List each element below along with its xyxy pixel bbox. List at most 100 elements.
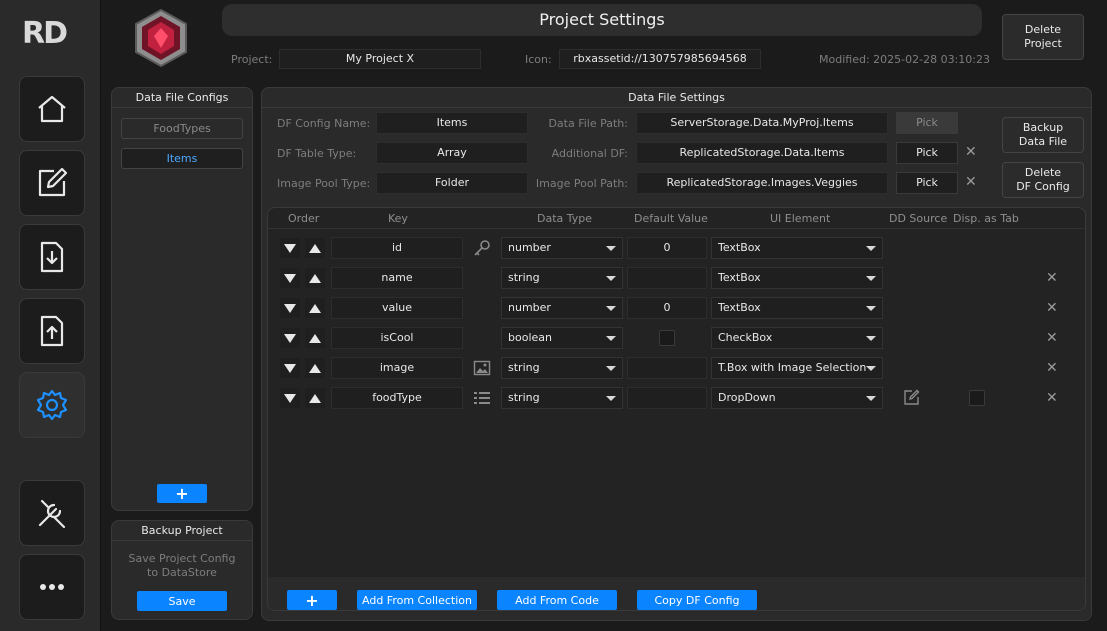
move-down-button[interactable] [280, 268, 300, 288]
upload-icon [40, 315, 64, 347]
key-field[interactable]: image [331, 357, 463, 379]
nav-tools-button[interactable] [19, 480, 85, 546]
nav-export-button[interactable] [19, 298, 85, 364]
move-up-button[interactable] [305, 328, 325, 348]
add-from-collection-button[interactable]: Add From Collection [357, 590, 477, 610]
default-value-field[interactable] [627, 387, 707, 409]
delete-row-icon[interactable]: ✕ [1046, 390, 1058, 406]
delete-row-icon[interactable]: ✕ [1046, 270, 1058, 286]
key-field[interactable]: id [331, 237, 463, 259]
chevron-down-icon [606, 366, 616, 371]
nav-import-button[interactable] [19, 224, 85, 290]
add-config-button[interactable]: + [157, 484, 207, 503]
more-icon [40, 584, 64, 590]
list-icon [474, 392, 490, 404]
save-backup-button[interactable]: Save [137, 591, 227, 611]
add-from-code-button[interactable]: Add From Code [497, 590, 617, 610]
ui-element-select[interactable]: TextBox [711, 237, 883, 259]
project-name-field[interactable]: My Project X [279, 49, 481, 69]
default-value-checkbox[interactable] [659, 330, 675, 346]
chevron-down-icon [606, 246, 616, 251]
copy-df-config-button[interactable]: Copy DF Config [637, 590, 757, 610]
edit-dd-source-icon[interactable] [903, 389, 920, 406]
data-type-select[interactable]: number [501, 237, 623, 259]
ui-element-select[interactable]: DropDown [711, 387, 883, 409]
backup-desc-line1: Save Project Config [128, 552, 236, 565]
pick-data-file-button[interactable]: Pick [896, 112, 958, 134]
pick-image-pool-button[interactable]: Pick [896, 172, 958, 194]
data-type-select[interactable]: string [501, 267, 623, 289]
move-down-button[interactable] [280, 238, 300, 258]
nav-settings-button[interactable] [19, 372, 85, 438]
chevron-down-icon [606, 396, 616, 401]
default-value-field[interactable]: 0 [627, 297, 707, 319]
image-pool-type-field[interactable]: Folder [376, 172, 528, 194]
chevron-down-icon [606, 336, 616, 341]
nav-more-button[interactable] [19, 554, 85, 620]
backup-panel-title: Backup Project [112, 521, 252, 541]
project-icon-image [130, 8, 192, 68]
nav-edit-button[interactable] [19, 150, 85, 216]
header-dd-source: DD Source [889, 212, 948, 225]
delete-row-icon[interactable]: ✕ [1046, 330, 1058, 346]
ui-element-select[interactable]: CheckBox [711, 327, 883, 349]
header-ui-element: UI Element [770, 212, 831, 225]
backup-data-file-button[interactable]: Backup Data File [1002, 117, 1084, 153]
clear-additional-df-icon[interactable]: ✕ [965, 144, 977, 160]
default-value-field[interactable] [627, 357, 707, 379]
delete-project-button[interactable]: Delete Project [1002, 14, 1084, 60]
chevron-down-icon [606, 306, 616, 311]
key-field[interactable]: isCool [331, 327, 463, 349]
additional-df-label: Additional DF: [551, 147, 628, 160]
move-up-button[interactable] [305, 388, 325, 408]
move-up-button[interactable] [305, 358, 325, 378]
ui-element-select[interactable]: T.Box with Image Selection [711, 357, 883, 379]
ui-element-select[interactable]: TextBox [711, 267, 883, 289]
ui-element-value: TextBox [718, 241, 761, 254]
move-down-button[interactable] [280, 388, 300, 408]
data-type-value: string [508, 391, 540, 404]
default-value-field[interactable]: 0 [627, 237, 707, 259]
df-table-type-field[interactable]: Array [376, 142, 528, 164]
move-down-button[interactable] [280, 298, 300, 318]
data-type-value: string [508, 271, 540, 284]
key-field[interactable]: foodType [331, 387, 463, 409]
delete-row-icon[interactable]: ✕ [1046, 300, 1058, 316]
data-type-value: number [508, 241, 551, 254]
data-file-path-field[interactable]: ServerStorage.Data.MyProj.Items [636, 112, 888, 134]
pick-additional-df-button[interactable]: Pick [896, 142, 958, 164]
move-down-button[interactable] [280, 358, 300, 378]
icon-asset-field[interactable]: rbxassetid://130757985694568 [559, 49, 761, 69]
move-up-button[interactable] [305, 238, 325, 258]
config-item-foodtypes[interactable]: FoodTypes [121, 118, 243, 139]
key-field[interactable]: name [331, 267, 463, 289]
data-type-select[interactable]: string [501, 387, 623, 409]
move-up-button[interactable] [305, 268, 325, 288]
clear-image-pool-icon[interactable]: ✕ [965, 174, 977, 190]
additional-df-field[interactable]: ReplicatedStorage.Data.Items [636, 142, 888, 164]
chevron-down-icon [866, 336, 876, 341]
move-down-button[interactable] [280, 328, 300, 348]
data-type-select[interactable]: boolean [501, 327, 623, 349]
delete-row-icon[interactable]: ✕ [1046, 360, 1058, 376]
config-item-items[interactable]: Items [121, 148, 243, 169]
disp-as-tab-checkbox[interactable] [969, 390, 985, 406]
image-pool-path-field[interactable]: ReplicatedStorage.Images.Veggies [636, 172, 888, 194]
ui-element-select[interactable]: TextBox [711, 297, 883, 319]
ui-element-value: DropDown [718, 391, 776, 404]
delete-df-config-button[interactable]: Delete DF Config [1002, 162, 1084, 198]
ui-element-value: CheckBox [718, 331, 773, 344]
add-field-button[interactable]: + [287, 590, 337, 610]
default-value-field[interactable] [627, 267, 707, 289]
move-up-button[interactable] [305, 298, 325, 318]
modified-timestamp: Modified: 2025-02-28 03:10:23 [819, 53, 990, 66]
header-key: Key [388, 212, 408, 225]
chevron-down-icon [866, 276, 876, 281]
df-config-name-field[interactable]: Items [376, 112, 528, 134]
data-type-select[interactable]: string [501, 357, 623, 379]
ui-element-value: TextBox [718, 271, 761, 284]
gear-icon [36, 389, 68, 421]
key-field[interactable]: value [331, 297, 463, 319]
nav-home-button[interactable] [19, 76, 85, 142]
data-type-select[interactable]: number [501, 297, 623, 319]
